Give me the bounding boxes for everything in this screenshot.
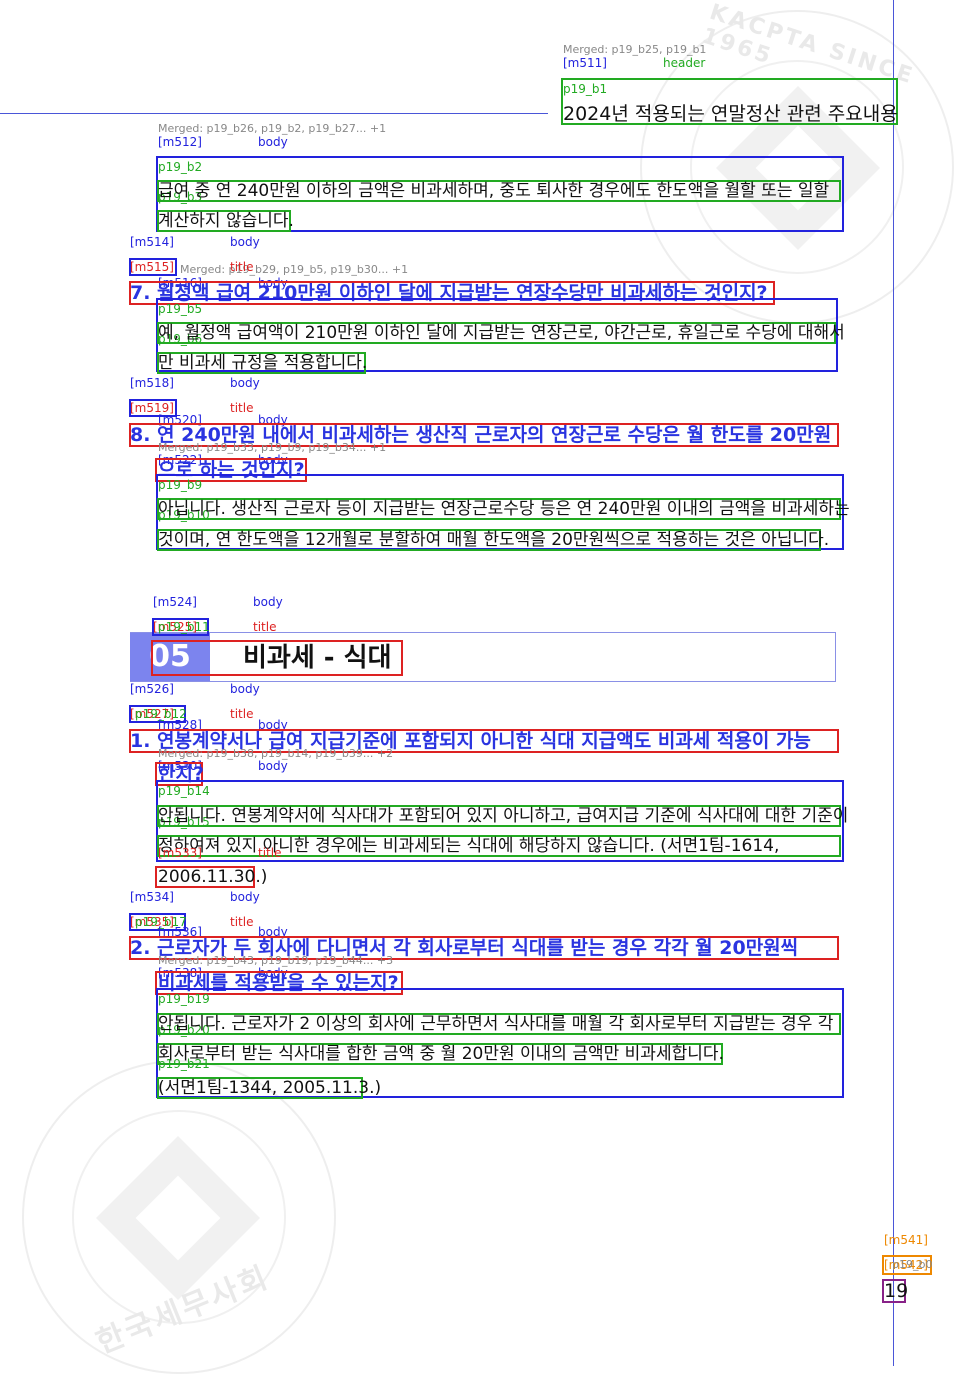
m527-sub2-kind: body [258,759,288,773]
m518-id: [m518] [130,376,174,390]
m523-line2: 것이며, 연 한도액을 12개월로 분할하여 매월 한도액을 20만원씩으로 적… [158,530,830,550]
section-title: 비과세 - 식대 [243,643,392,673]
m515-merged: Merged: p19_b29, p19_b5, p19_b30... +1 [180,263,409,276]
header-merged-note: Merged: p19_b25, p19_b1 [563,43,707,56]
m539-line1: 안됩니다. 근로자가 2 이상의 회사에 근무하면서 식사대를 매월 각 회사로… [158,1014,834,1034]
m515-id: [m515] [130,260,174,274]
m525-kind: title [253,620,277,634]
m514-kind: body [230,235,260,249]
m512-line2: 계산하지 않습니다. [158,211,294,231]
m517-line1: 예, 월정액 급여액이 210만원 이하인 달에 지급받는 연장근로, 야간근로… [158,323,845,343]
m518-kind: body [230,376,260,390]
m512-kind: body [258,135,288,149]
m514-id: [m514] [130,235,174,249]
m512-bid: p19_b2 [158,160,203,174]
right-margin-rule [893,0,894,1366]
m515-kind: title [230,260,254,274]
m531-bid: p19_b14 [158,784,210,798]
m531-tag-kind: title [258,846,282,860]
m517-line2: 만 비과세 규정을 적용합니다. [158,353,368,373]
m512-line1: 급여 중 연 240만원 이하의 금액은 비과세하며, 중도 퇴사한 경우에도 … [158,181,830,201]
m512-merged: Merged: p19_b26, p19_b2, p19_b27... +1 [158,122,387,135]
m531-tag-id: [m533] [158,846,202,860]
m539-bid: p19_b19 [158,992,210,1006]
m525-bid: p19_b11 [158,620,210,634]
m526-kind: body [230,682,260,696]
m534-kind: body [230,890,260,904]
m535-kind: title [230,915,254,929]
m524-id: [m524] [153,595,197,609]
footer-id: [m541] [884,1233,928,1247]
m523-line1: 아닙니다. 생산직 근로자 등이 지급받는 연장근로수당 등은 연 240만원 … [158,499,850,519]
m527-kind: title [230,707,254,721]
m539-line3: (서면1팀-1344, 2005.11.3.) [158,1078,382,1098]
footer-bid: p19_b0 [892,1258,933,1271]
m531-line1: 안됩니다. 연봉계약서에 식사대가 포함되어 있지 아니하고, 급여지급 기준에… [158,806,849,826]
m523-bid: p19_b9 [158,478,203,492]
m531-line3: 2006.11.30.) [158,867,268,887]
m517-bid: p19_b5 [158,302,203,316]
m524-kind: body [253,595,283,609]
m526-id: [m526] [130,682,174,696]
m519-kind: title [230,401,254,415]
header-rule [0,113,548,114]
m534-id: [m534] [130,890,174,904]
m539-bid3: p19_b21 [158,1057,210,1071]
page-number: 19 [884,1280,909,1302]
header-id: [m511] [563,56,607,70]
m539-line2: 회사로부터 받는 식사대를 합한 금액 중 월 20만원 이내의 금액만 비과세… [158,1044,724,1064]
header-title: 2024년 적용되는 연말정산 관련 주요내용 [563,103,898,125]
m512-id: [m512] [158,135,202,149]
header-kind: header [663,56,706,70]
m531-line2: 정하여져 있지 아니한 경우에는 비과세되는 식대에 해당하지 않습니다. (서… [158,836,780,856]
